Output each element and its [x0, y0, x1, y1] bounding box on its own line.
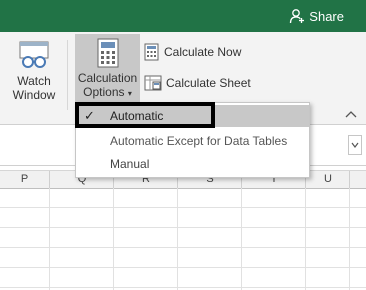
calculate-sheet-button[interactable]: Calculate Sheet [144, 72, 251, 94]
menu-item-label: Manual [110, 157, 150, 171]
watch-window-icon [16, 40, 52, 70]
calculate-now-button[interactable]: Calculate Now [144, 41, 241, 63]
share-label: Share [309, 8, 344, 24]
share-button[interactable]: Share [289, 6, 344, 26]
watch-window-button[interactable]: Watch Window [8, 38, 60, 112]
cell-grid[interactable] [0, 188, 366, 290]
highlight-annotation-box [75, 102, 215, 128]
calculate-now-icon [144, 43, 159, 61]
watch-window-label-2: Window [12, 88, 56, 102]
calculation-options-label-2: Options [83, 85, 125, 99]
column-header-partial [349, 171, 366, 188]
menu-item-label: Automatic Except for Data Tables [110, 134, 288, 148]
column-header[interactable]: U [305, 171, 350, 188]
formula-expand-button[interactable] [348, 135, 362, 155]
add-person-icon [290, 9, 305, 24]
calculate-sheet-icon [144, 75, 162, 91]
title-bar: Share [0, 0, 366, 32]
collapse-ribbon-icon[interactable] [344, 108, 358, 118]
ribbon-separator [67, 40, 68, 110]
calculation-options-label-1: Calculation [77, 71, 138, 85]
menu-item-automatic-except-data-tables[interactable]: Automatic Except for Data Tables [76, 130, 309, 152]
watch-window-label-1: Watch [17, 74, 51, 88]
chevron-down-icon [351, 142, 359, 148]
menu-item-manual[interactable]: Manual [76, 153, 309, 175]
column-header[interactable]: P [0, 171, 49, 188]
calculate-now-label: Calculate Now [164, 45, 242, 59]
calculation-options-button[interactable]: Calculation Options ▾ [75, 34, 140, 104]
chevron-down-icon: ▾ [127, 89, 132, 98]
calculator-icon [96, 38, 120, 68]
calculate-sheet-label: Calculate Sheet [166, 76, 251, 90]
